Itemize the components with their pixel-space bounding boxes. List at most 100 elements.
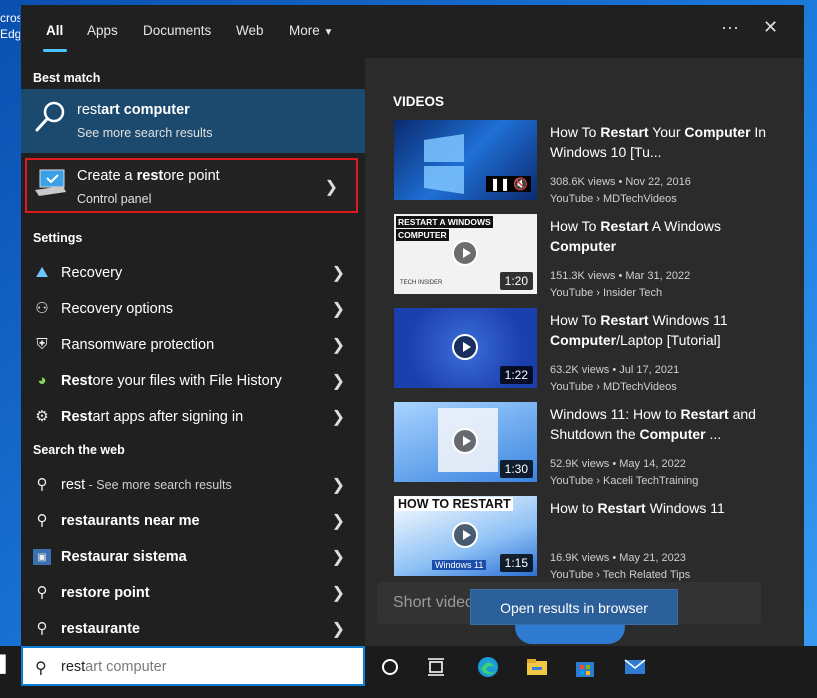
mute-icon: 🔇	[510, 176, 531, 192]
edge-icon[interactable]	[475, 654, 501, 680]
video-title: Windows 11: How to Restart and Shutdown …	[550, 404, 790, 444]
t-a: How To	[550, 312, 601, 328]
web-sub: - See more search results	[85, 478, 232, 492]
t-a: How To	[550, 218, 601, 234]
search-typed: rest	[61, 659, 86, 675]
t-d: Computer	[639, 426, 706, 442]
preview-pane: VIDEOS ❚❚ 🔇 How To Restart Your Computer…	[365, 58, 804, 646]
label-bold: Rest	[61, 373, 93, 389]
tab-web[interactable]: Web	[236, 23, 264, 38]
settings-item-label: Recovery options	[61, 301, 174, 317]
thumb-brand: TECH INSIDER	[400, 280, 443, 286]
person-icon: ⚇	[35, 300, 49, 317]
tab-more[interactable]: More ▼	[289, 23, 333, 38]
video-item[interactable]: ❚❚ 🔇 How To Restart Your Computer In Win…	[394, 120, 794, 205]
settings-item-label: Ransomware protection	[61, 337, 215, 353]
best-match-header: Best match	[33, 71, 101, 85]
chevron-right-icon: ❯	[331, 585, 345, 602]
video-source: YouTube › MDTechVideos	[550, 193, 677, 205]
video-thumbnail: 1:30	[394, 402, 537, 482]
restore-point-subtitle: Control panel	[77, 192, 152, 206]
chevron-right-icon: ❯	[331, 409, 345, 426]
web-item-restaurante[interactable]: ⚲ restaurante ❯	[21, 611, 365, 647]
tab-all[interactable]: All	[46, 23, 63, 38]
settings-item-recovery-options[interactable]: ⚇ Recovery options ❯	[21, 291, 365, 327]
t-b: Restart	[600, 312, 649, 328]
file-history-icon: ◕	[37, 372, 47, 389]
play-icon	[452, 522, 478, 548]
video-item[interactable]: 1:30 Windows 11: How to Restart and Shut…	[394, 402, 794, 487]
web-item-rest[interactable]: ⚲ rest - See more search results ❯	[21, 467, 365, 503]
search-panel: All Apps Documents Web More ▼ ··· ✕ Best…	[21, 5, 804, 646]
web-item-label: restaurants near me	[61, 513, 200, 529]
search-icon: ⚲	[36, 620, 48, 637]
tab-bar: All Apps Documents Web More ▼ ··· ✕	[21, 5, 804, 58]
gear-search-icon: ⚙	[35, 408, 49, 425]
best-match-title-rest: art computer	[101, 102, 190, 118]
play-icon	[452, 334, 478, 360]
chevron-right-icon: ❯	[324, 179, 338, 196]
video-duration: 1:15	[499, 554, 533, 572]
search-web-header: Search the web	[33, 443, 125, 457]
chevron-right-icon: ❯	[331, 477, 345, 494]
chevron-right-icon: ❯	[331, 549, 345, 566]
search-icon	[35, 101, 65, 132]
settings-item-restart-apps[interactable]: ⚙ Restart apps after signing in ❯	[21, 399, 365, 435]
web-item-label: restore point	[61, 585, 150, 601]
video-title: How To Restart Windows 11 Computer/Lapto…	[550, 310, 790, 350]
t-a: How To	[550, 124, 601, 140]
video-thumbnail: 1:22	[394, 308, 537, 388]
settings-item-ransomware[interactable]: ⛨ Ransomware protection ❯	[21, 327, 365, 363]
video-duration: 1:22	[499, 366, 533, 384]
video-item[interactable]: HOW TO RESTART Windows 11 1:15 How to Re…	[394, 496, 794, 581]
video-title: How To Restart A Windows Computer	[550, 216, 790, 256]
web-item-label: Restaurar sistema	[61, 549, 187, 565]
tab-apps[interactable]: Apps	[87, 23, 118, 38]
restore-title-bold: rest	[136, 168, 164, 184]
video-item[interactable]: 1:22 How To Restart Windows 11 Computer/…	[394, 308, 794, 393]
shield-icon: ⛨	[36, 336, 48, 353]
best-match-title-typed: rest	[77, 102, 102, 118]
file-explorer-icon[interactable]	[524, 654, 550, 680]
t-c: Windows 11	[648, 312, 728, 328]
settings-item-label: Recovery	[61, 265, 123, 281]
tab-documents[interactable]: Documents	[143, 23, 211, 38]
t-e: ...	[705, 426, 722, 442]
settings-item-file-history[interactable]: ◕ Restore your files with File History ❯	[21, 363, 365, 399]
best-match-item[interactable]: restart computer See more search results	[21, 89, 365, 153]
restore-point-title: Create a restore point	[77, 168, 220, 184]
task-view-icon[interactable]	[424, 654, 450, 680]
video-views-date: 52.9K views • May 14, 2022	[550, 458, 686, 470]
store-icon[interactable]	[572, 654, 598, 680]
web-item-restaurants[interactable]: ⚲ restaurants near me ❯	[21, 503, 365, 539]
cortana-icon[interactable]	[377, 654, 403, 680]
web-item-label: restaurante	[61, 621, 140, 637]
video-source: YouTube › Kaceli TechTraining	[550, 475, 699, 487]
video-thumbnail: RESTART A WINDOWS COMPUTER TECH INSIDER …	[394, 214, 537, 294]
web-item-restaurar[interactable]: ▣ Restaurar sistema ❯	[21, 539, 365, 575]
label-rest: ore your files with File History	[92, 373, 282, 389]
short-videos-label: Short videos	[393, 594, 482, 611]
play-icon	[452, 428, 478, 454]
more-options-icon[interactable]: ···	[721, 17, 739, 38]
video-meta: 16.9K views • May 21, 2023 YouTube › Tech…	[550, 550, 690, 584]
t-a: Windows 11: How to	[550, 406, 681, 422]
t-d: Computer	[550, 332, 617, 348]
create-restore-point-item[interactable]: Create a restore point Control panel ❯	[25, 158, 358, 213]
video-item[interactable]: RESTART A WINDOWS COMPUTER TECH INSIDER …	[394, 214, 794, 299]
video-source: YouTube › MDTechVideos	[550, 381, 677, 393]
web-query: rest	[61, 477, 86, 493]
video-meta: 63.2K views • Jul 17, 2021 YouTube › MDTe…	[550, 362, 679, 396]
thumb-caption-bottom: Windows 11	[432, 560, 487, 570]
search-input[interactable]: ⚲ restart computer	[21, 646, 365, 686]
t-b: Restart	[600, 124, 649, 140]
mail-icon[interactable]	[622, 654, 648, 680]
settings-item-recovery[interactable]: ⛰ Recovery ❯	[21, 255, 365, 291]
image-thumbnail-icon: ▣	[33, 549, 51, 565]
start-button-edge[interactable]: ▌	[0, 656, 11, 674]
settings-header: Settings	[33, 231, 83, 245]
close-icon[interactable]: ✕	[763, 17, 778, 38]
desktop-icon-label: crosEdge	[0, 11, 20, 41]
web-item-restore-point[interactable]: ⚲ restore point ❯	[21, 575, 365, 611]
recovery-icon: ⛰	[35, 264, 49, 281]
